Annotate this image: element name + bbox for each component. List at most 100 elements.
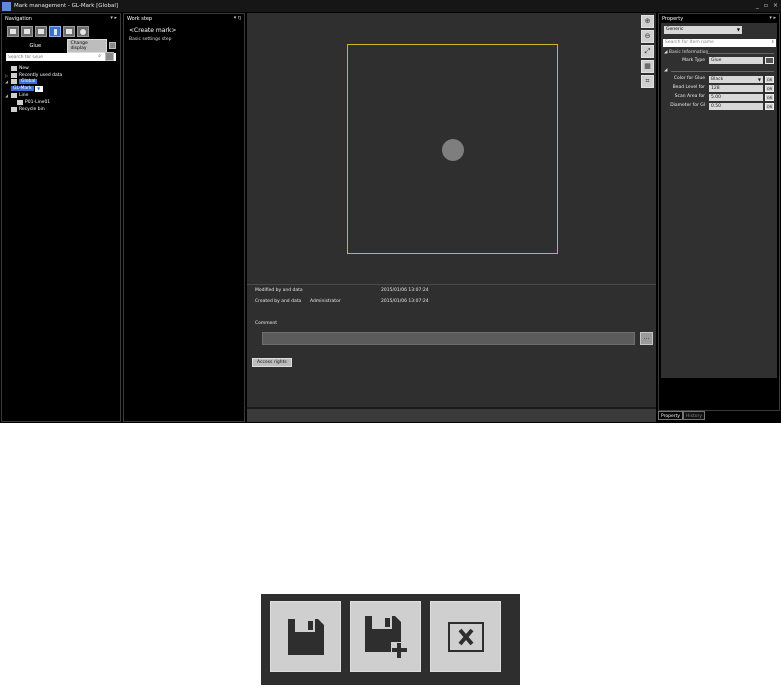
monitor-icon[interactable] (7, 26, 19, 37)
tree-item-global[interactable]: ◢ Global (5, 79, 117, 86)
diameter-label: Diameter for Gl (670, 103, 705, 108)
section-divider (671, 71, 774, 72)
bead-level-field[interactable]: 128 (709, 85, 763, 92)
save-as-new-button[interactable] (350, 601, 421, 672)
title-bar: Mark management - GL-Mark [Global] _ ▫ × (0, 0, 781, 12)
tree-item-p01-line01[interactable]: P01-Line01 (5, 99, 117, 106)
chevron-down-icon[interactable]: ▼ (34, 85, 43, 92)
modified-label: Modified by and data (255, 288, 303, 293)
work-step-title: Work step (127, 15, 153, 22)
color-for-glue-select[interactable]: Black ▼ (709, 76, 763, 83)
zoom-in-icon[interactable]: ⊕ (641, 15, 654, 28)
line-item-icon (17, 99, 23, 105)
mark-type-button[interactable] (765, 57, 774, 64)
access-rights-button[interactable]: Access rights (252, 358, 292, 367)
section-divider (706, 53, 774, 54)
tree-item-new[interactable]: New (5, 65, 117, 72)
pattern-icon[interactable] (63, 26, 75, 37)
close-icon (447, 621, 484, 652)
work-step-panel-controls[interactable]: ▾ ŋ (234, 15, 241, 21)
color-or-button[interactable]: OR (765, 76, 774, 83)
scan-area-frame (347, 44, 558, 254)
navigation-panel-controls[interactable]: ▾ ▸ (110, 15, 117, 21)
diameter-field[interactable]: 0.50 (709, 103, 763, 110)
basic-settings-step[interactable]: Basic settings step (124, 36, 244, 43)
globe-icon[interactable] (77, 26, 89, 37)
mark-management-window: Mark management - GL-Mark [Global] _ ▫ ×… (0, 0, 781, 423)
comment-ellipsis-button[interactable]: ... (640, 332, 653, 345)
glue-row: Glue Change display (2, 38, 120, 53)
property-search-input[interactable]: Search for Item name ⌕ (663, 39, 776, 47)
new-icon (11, 65, 17, 71)
close-window-icon[interactable]: × (773, 2, 778, 9)
recent-icon (11, 72, 17, 78)
glue-search-input[interactable] (6, 53, 100, 61)
mark-canvas[interactable]: ⊕ ⊖ ⤢ ▦ ⌗ (247, 13, 656, 284)
mark-type-field: Glue (709, 57, 763, 64)
status-strip (247, 407, 656, 422)
created-date: 2015/01/06 13:07:24 (381, 299, 429, 304)
mark-info-area: Modified by and data 2015/01/06 13:07:24… (247, 284, 656, 407)
navigation-tree: New ▷ Recently used data ◢ Global GL-Mar… (2, 63, 120, 115)
glue-search: ⌕ (6, 52, 116, 61)
line-icon (11, 93, 17, 99)
navigation-mode-icons (2, 23, 120, 40)
minimize-icon[interactable]: _ (756, 2, 759, 9)
tree-item-recent[interactable]: ▷ Recently used data (5, 72, 117, 79)
chevron-down-icon: ▼ (736, 27, 740, 32)
scan-area-label: Scan Area for (674, 94, 705, 99)
zoom-out-icon[interactable]: ⊖ (641, 30, 654, 43)
display-icon[interactable] (21, 26, 33, 37)
save-icon (287, 618, 324, 655)
mark-type-label: Mark Type (682, 58, 705, 63)
change-display-button[interactable]: Change display (66, 38, 108, 53)
close-button[interactable] (430, 601, 501, 672)
property-title: Property (662, 15, 684, 22)
property-content: Generic ▼ Search for Item name ⌕ ◢ Basic… (661, 23, 777, 378)
create-mark-step[interactable]: <Create mark> (124, 23, 244, 36)
tab-history[interactable]: History (683, 411, 706, 420)
grid-icon[interactable]: ▦ (641, 60, 654, 73)
settings-tool-icon[interactable]: ⌗ (641, 75, 654, 88)
save-as-new-icon (364, 615, 407, 658)
basic-information-section[interactable]: ◢ Basic Information (664, 50, 708, 55)
gl-mark-label: GL-Mark (11, 86, 34, 92)
work-step-panel: Work step ▾ ŋ <Create mark> Basic settin… (123, 13, 245, 422)
glue-label: Glue (29, 42, 42, 49)
tab-property[interactable]: Property (658, 411, 684, 420)
bead-level-label: Bead Level for (672, 85, 705, 90)
work-step-header: Work step ▾ ŋ (124, 14, 244, 23)
scan-area-field[interactable]: 5.00 (709, 94, 763, 101)
property-category-select[interactable]: Generic ▼ (664, 26, 742, 34)
restore-icon[interactable]: ▫ (764, 2, 768, 9)
glue-icon[interactable] (49, 26, 61, 37)
glue-mark-dot[interactable] (442, 139, 464, 161)
globe-folder-icon (11, 79, 17, 85)
search-icon[interactable]: ⌕ (98, 53, 101, 59)
app-icon (2, 1, 11, 11)
navigation-title: Navigation (5, 15, 32, 22)
refresh-icon[interactable] (109, 42, 116, 49)
created-label: Created by and data (255, 299, 302, 304)
search-icon[interactable]: ⌕ (771, 39, 774, 47)
navigation-header: Navigation ▾ ▸ (2, 14, 120, 23)
color-label: Color for Glue (673, 76, 705, 81)
save-button[interactable] (270, 601, 341, 672)
navigation-panel: Navigation ▾ ▸ Glue Change display ⌕ New (1, 13, 121, 422)
chevron-down-icon: ▼ (757, 77, 761, 82)
diameter-or-button[interactable]: OR (765, 103, 774, 110)
tree-item-line[interactable]: ◢ Line (5, 92, 117, 99)
fit-view-icon[interactable]: ⤢ (641, 45, 654, 58)
bead-level-or-button[interactable]: OR (765, 85, 774, 92)
document-icon[interactable] (35, 26, 47, 37)
subsection-marker: ◢ (664, 68, 668, 73)
settings-icon[interactable] (105, 52, 114, 61)
comment-field[interactable] (262, 332, 635, 345)
property-header: Property ▾ ▸ (659, 14, 779, 23)
tree-item-recycle-bin[interactable]: Recycle bin (5, 106, 117, 113)
scan-area-or-button[interactable]: OR (765, 94, 774, 101)
recycle-bin-icon (11, 106, 17, 112)
tree-item-gl-mark[interactable]: GL-Mark ▼ (5, 85, 117, 92)
property-panel-controls[interactable]: ▾ ▸ (769, 15, 776, 21)
created-by: Administrator (310, 299, 341, 304)
